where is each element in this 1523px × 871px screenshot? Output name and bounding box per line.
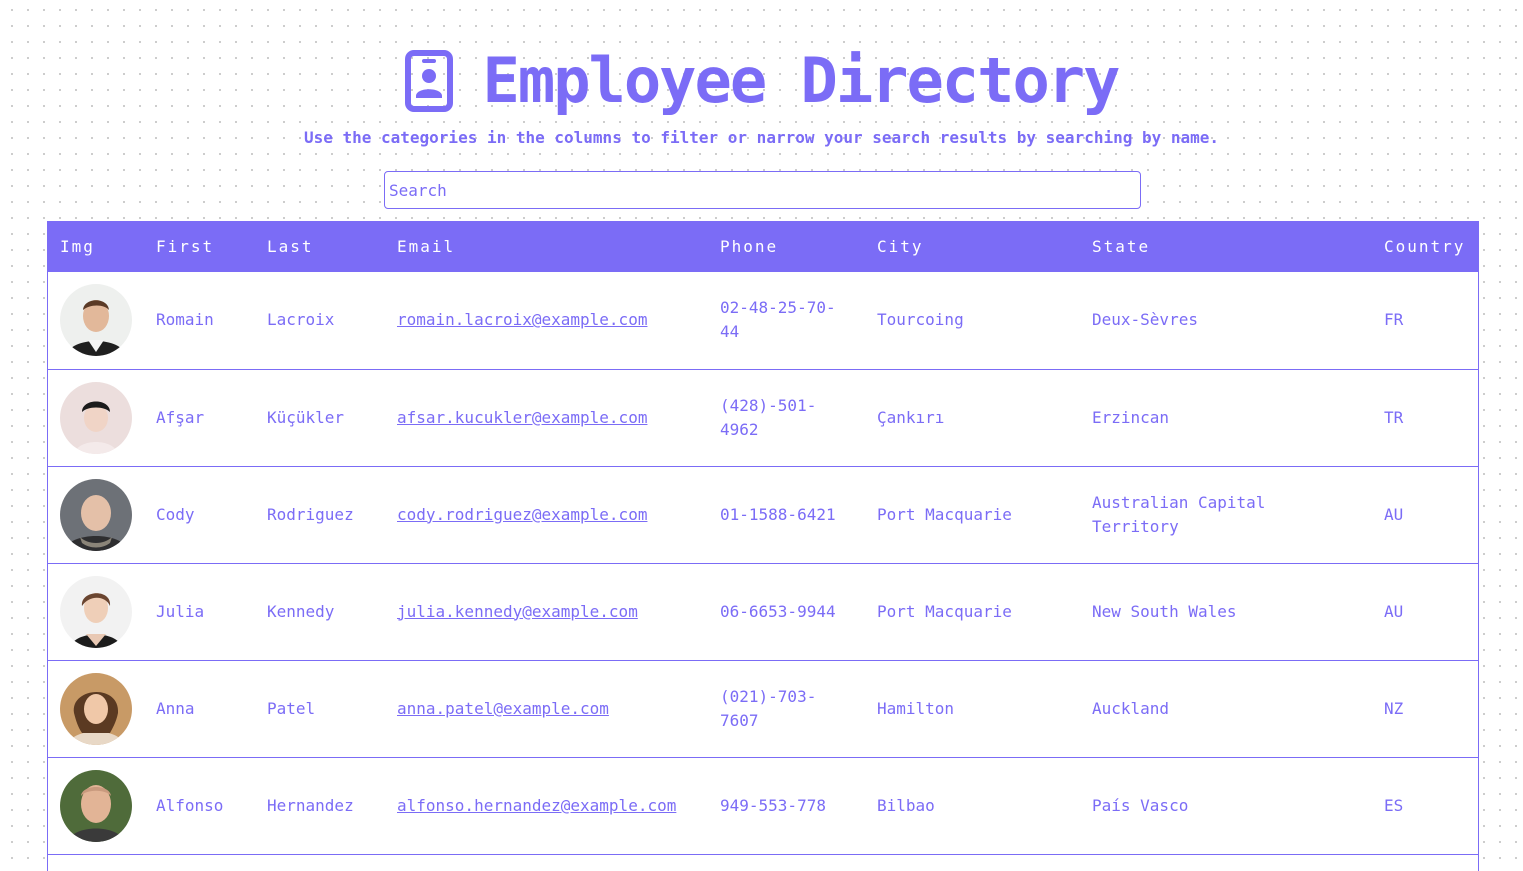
avatar <box>60 672 132 745</box>
city-cell: Port Macquarie <box>877 504 1012 524</box>
country-cell: NZ <box>1384 698 1404 718</box>
last-name-cell: Lacroix <box>267 310 335 330</box>
column-header-city[interactable]: City <box>865 221 1080 272</box>
page-subtitle: Use the categories in the columns to fil… <box>303 128 1220 147</box>
last-name-cell: Hernandez <box>267 795 354 815</box>
email-link[interactable]: cody.rodriguez@example.com <box>397 505 647 524</box>
avatar <box>60 381 132 454</box>
id-badge-icon <box>404 50 453 112</box>
avatar <box>60 769 132 842</box>
state-cell: New South Wales <box>1092 601 1237 621</box>
search-input[interactable] <box>384 171 1141 209</box>
column-header-first[interactable]: First <box>144 221 255 272</box>
first-name-cell: Julia <box>156 601 205 621</box>
country-cell: AU <box>1384 504 1404 524</box>
employee-table-container: Img First Last Email Phone City State Co… <box>47 221 1479 871</box>
first-name-cell: Romain <box>156 310 214 330</box>
email-link[interactable]: afsar.kucukler@example.com <box>397 408 647 427</box>
phone-cell: (428)-501-4962 <box>720 395 817 439</box>
avatar <box>60 478 132 551</box>
phone-cell: 01-1588-6421 <box>720 504 836 524</box>
email-cell: cody.rodriguez@example.com <box>385 466 708 563</box>
state-cell: Auckland <box>1092 698 1170 718</box>
email-link[interactable]: alfonso.hernandez@example.com <box>397 796 676 815</box>
column-header-country[interactable]: Country <box>1372 221 1478 272</box>
country-cell: ES <box>1384 795 1404 815</box>
table-header-row: Img First Last Email Phone City State Co… <box>48 221 1478 272</box>
avatar <box>60 575 132 648</box>
first-name-cell: Afşar <box>156 407 205 427</box>
phone-cell: 949-553-778 <box>720 795 826 815</box>
table-row: Alfonso Hernandez alfonso.hernandez@exam… <box>48 757 1478 854</box>
email-link[interactable]: julia.kennedy@example.com <box>397 602 638 621</box>
first-name-cell: Cody <box>156 504 195 524</box>
city-cell: Hamilton <box>877 698 955 718</box>
table-row: Afşar Küçükler afsar.kucukler@example.co… <box>48 369 1478 466</box>
state-cell: Deux-Sèvres <box>1092 310 1198 330</box>
column-header-img[interactable]: Img <box>48 221 144 272</box>
img-cell <box>48 563 144 660</box>
email-cell: romain.lacroix@example.com <box>385 272 708 369</box>
table-row: Romain Lacroix romain.lacroix@example.co… <box>48 272 1478 369</box>
city-cell: Bilbao <box>877 795 935 815</box>
img-cell <box>48 369 144 466</box>
email-cell: anna.patel@example.com <box>385 660 708 757</box>
column-header-last[interactable]: Last <box>255 221 385 272</box>
city-cell: Çankırı <box>877 407 945 427</box>
country-cell: FR <box>1384 310 1404 330</box>
phone-cell: (021)-703-7607 <box>720 686 817 730</box>
img-cell <box>48 466 144 563</box>
last-name-cell: Kennedy <box>267 601 335 621</box>
city-cell: Tourcoing <box>877 310 964 330</box>
first-name-cell: Anna <box>156 698 195 718</box>
first-name-cell: Alfonso <box>156 795 224 815</box>
img-cell <box>48 272 144 369</box>
table-row: Julia Kennedy julia.kennedy@example.com … <box>48 563 1478 660</box>
country-cell: TR <box>1384 407 1404 427</box>
column-header-email[interactable]: Email <box>385 221 708 272</box>
img-cell <box>48 660 144 757</box>
column-header-state[interactable]: State <box>1080 221 1372 272</box>
avatar <box>60 284 132 357</box>
city-cell: Port Macquarie <box>877 601 1012 621</box>
column-header-phone[interactable]: Phone <box>708 221 865 272</box>
last-name-cell: Patel <box>267 698 316 718</box>
page-header: Employee Directory Use the categories in… <box>0 0 1523 148</box>
last-name-cell: Rodriguez <box>267 504 354 524</box>
table-row: Cody Rodriguez cody.rodriguez@example.co… <box>48 466 1478 563</box>
employee-table: Img First Last Email Phone City State Co… <box>48 221 1478 855</box>
last-name-cell: Küçükler <box>267 407 345 427</box>
email-cell: afsar.kucukler@example.com <box>385 369 708 466</box>
state-cell: País Vasco <box>1092 795 1189 815</box>
country-cell: AU <box>1384 601 1404 621</box>
page-title: Employee Directory <box>482 44 1121 117</box>
title-row: Employee Directory <box>0 46 1523 116</box>
phone-cell: 02-48-25-70-44 <box>720 298 836 342</box>
email-cell: julia.kennedy@example.com <box>385 563 708 660</box>
img-cell <box>48 757 144 854</box>
email-link[interactable]: romain.lacroix@example.com <box>397 310 647 329</box>
email-cell: alfonso.hernandez@example.com <box>385 757 708 854</box>
email-link[interactable]: anna.patel@example.com <box>397 699 609 718</box>
table-row: Anna Patel anna.patel@example.com (021)-… <box>48 660 1478 757</box>
state-cell: Erzincan <box>1092 407 1170 427</box>
phone-cell: 06-6653-9944 <box>720 601 836 621</box>
state-cell: Australian Capital Territory <box>1092 492 1266 536</box>
